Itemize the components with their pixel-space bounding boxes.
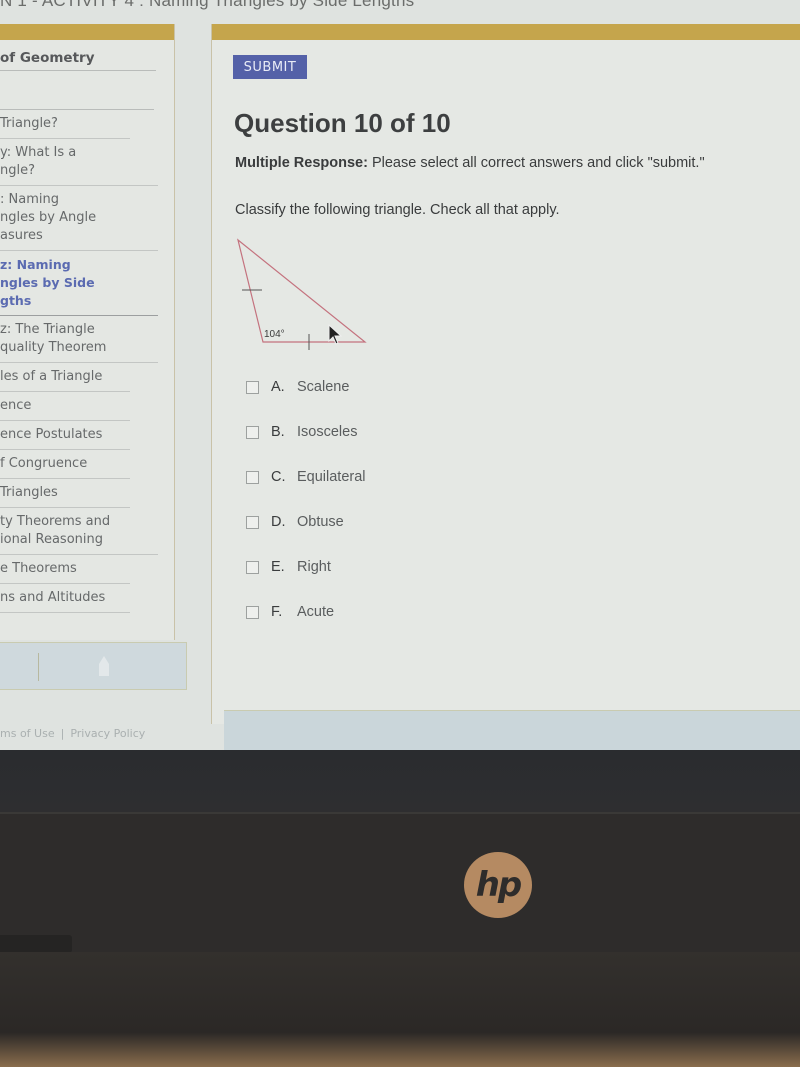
question-prompt: Classify the following triangle. Check a…	[235, 202, 560, 218]
answer-option[interactable]: F. Acute	[246, 602, 366, 622]
laptop-bezel	[0, 812, 800, 954]
option-letter: B.	[271, 424, 285, 440]
mouse-cursor-icon	[328, 324, 342, 345]
sidebar-item[interactable]: e Theorems	[0, 555, 130, 584]
sidebar-item-label-line: ns and Altitudes	[0, 590, 106, 605]
sidebar-spacer	[0, 71, 154, 110]
sidebar-header: of Geometry	[0, 40, 156, 71]
laptop-bezel-top	[0, 750, 800, 812]
answer-option[interactable]: E. Right	[246, 557, 366, 577]
screen: N 1 - ACTIVITY 4 : Naming Triangles by S…	[0, 0, 800, 750]
sidebar-item-label-line: ty Theorems and	[0, 514, 111, 529]
option-text: Scalene	[297, 379, 350, 395]
sidebar-item-label-line: f Congruence	[0, 456, 88, 471]
option-text: Equilateral	[297, 469, 366, 485]
privacy-link[interactable]: Privacy Policy	[70, 727, 145, 740]
sidebar-item-label-line: Triangle?	[0, 116, 58, 131]
answer-checkbox[interactable]	[246, 425, 259, 439]
answer-checkbox[interactable]	[246, 380, 259, 394]
sidebar-item[interactable]: : Naming ngles by Angle asures	[0, 186, 158, 251]
sidebar: of Geometry Triangle? y: What Is a ngle? : …	[0, 24, 175, 640]
sidebar-item[interactable]: ence Postulates	[0, 421, 130, 450]
sidebar-item-label-line: y: What Is a	[0, 145, 77, 160]
sidebar-item-label-line: e Theorems	[0, 561, 77, 576]
option-text: Obtuse	[297, 514, 344, 530]
option-letter: F.	[271, 604, 283, 620]
answer-options: A. Scalene B. Isosceles C. Equilateral D. Obtus…	[246, 377, 366, 647]
option-text: Isosceles	[297, 424, 358, 440]
sidebar-item-label-line: z: Naming	[0, 257, 71, 272]
answer-option[interactable]: B. Isosceles	[246, 422, 366, 442]
sidebar-item-label-line: : Naming	[0, 192, 59, 207]
question-panel: SUBMIT Question 10 of 10 Multiple Respon…	[211, 24, 800, 724]
question-instructions: Multiple Response: Please select all cor…	[235, 155, 705, 171]
sidebar-item-label-line: ence	[0, 398, 32, 413]
sidebar-item-label-line: gths	[0, 293, 32, 308]
main-footer-bar	[224, 710, 800, 750]
answer-checkbox[interactable]	[246, 605, 259, 619]
page-title: N 1 - ACTIVITY 4 : Naming Triangles by S…	[0, 0, 415, 10]
question-type-label: Multiple Response:	[235, 155, 368, 171]
sidebar-item[interactable]: Triangles	[0, 479, 130, 508]
sidebar-item-label-line: ngle?	[0, 163, 36, 178]
triangle-figure: 104°	[232, 234, 372, 354]
angle-label: 104°	[264, 329, 285, 340]
sidebar-item-label-line: asures	[0, 228, 43, 243]
sidebar-item[interactable]: Triangle?	[0, 110, 130, 139]
terms-link[interactable]: ms of Use	[0, 727, 55, 740]
triangle-shape	[236, 238, 367, 343]
sidebar-item-label-line: z: The Triangle	[0, 322, 95, 337]
answer-option[interactable]: D. Obtuse	[246, 512, 366, 532]
sidebar-item-label-line: ngles by Side	[0, 275, 95, 290]
option-letter: C.	[271, 469, 286, 485]
laptop-hinge-tab	[0, 935, 72, 953]
legal-links: ms of Use | Privacy Policy	[0, 727, 145, 740]
sidebar-item-label-line: ence Postulates	[0, 427, 103, 442]
sidebar-item-label-line: ngles by Angle	[0, 210, 97, 225]
answer-option[interactable]: C. Equilateral	[246, 467, 366, 487]
sidebar-item[interactable]: z: The Triangle quality Theorem	[0, 316, 158, 363]
triangle-svg	[236, 238, 367, 350]
sidebar-nav: Triangle? y: What Is a ngle? : Naming ngles …	[0, 110, 174, 613]
sidebar-item[interactable]: y: What Is a ngle?	[0, 139, 158, 186]
option-text: Right	[297, 559, 331, 575]
sidebar-item[interactable]: ence	[0, 392, 130, 421]
option-letter: A.	[271, 379, 285, 395]
submit-button[interactable]: SUBMIT	[233, 55, 307, 79]
sidebar-item[interactable]: les of a Triangle	[0, 363, 130, 392]
answer-checkbox[interactable]	[246, 470, 259, 484]
question-title: Question 10 of 10	[234, 108, 451, 138]
legal-separator: |	[60, 727, 65, 740]
instructions-text: Please select all correct answers and cl…	[367, 155, 705, 171]
sidebar-item[interactable]: ty Theorems and ional Reasoning	[0, 508, 158, 555]
sidebar-item-label-line: quality Theorem	[0, 340, 107, 355]
sidebar-item-label-line: les of a Triangle	[0, 369, 103, 384]
option-text: Acute	[297, 604, 335, 620]
option-letter: D.	[271, 514, 286, 530]
laptop-base	[0, 952, 800, 1067]
answer-checkbox[interactable]	[246, 515, 259, 529]
sidebar-item-label-line: ional Reasoning	[0, 532, 103, 547]
sidebar-accent-bar	[0, 24, 174, 40]
sidebar-item[interactable]: f Congruence	[0, 450, 130, 479]
answer-checkbox[interactable]	[246, 560, 259, 574]
option-letter: E.	[271, 559, 285, 575]
sidebar-item[interactable]: ns and Altitudes	[0, 584, 130, 613]
hp-logo-icon: hp	[464, 852, 532, 918]
sidebar-footer-bar	[0, 642, 187, 690]
scroll-up-icon[interactable]	[98, 655, 110, 677]
footer-divider	[38, 653, 39, 681]
sidebar-item-label-line: Triangles	[0, 485, 58, 500]
answer-option[interactable]: A. Scalene	[246, 377, 366, 397]
main-accent-bar	[212, 24, 800, 40]
sidebar-item[interactable]: z: Naming ngles by Side gths	[0, 251, 158, 316]
